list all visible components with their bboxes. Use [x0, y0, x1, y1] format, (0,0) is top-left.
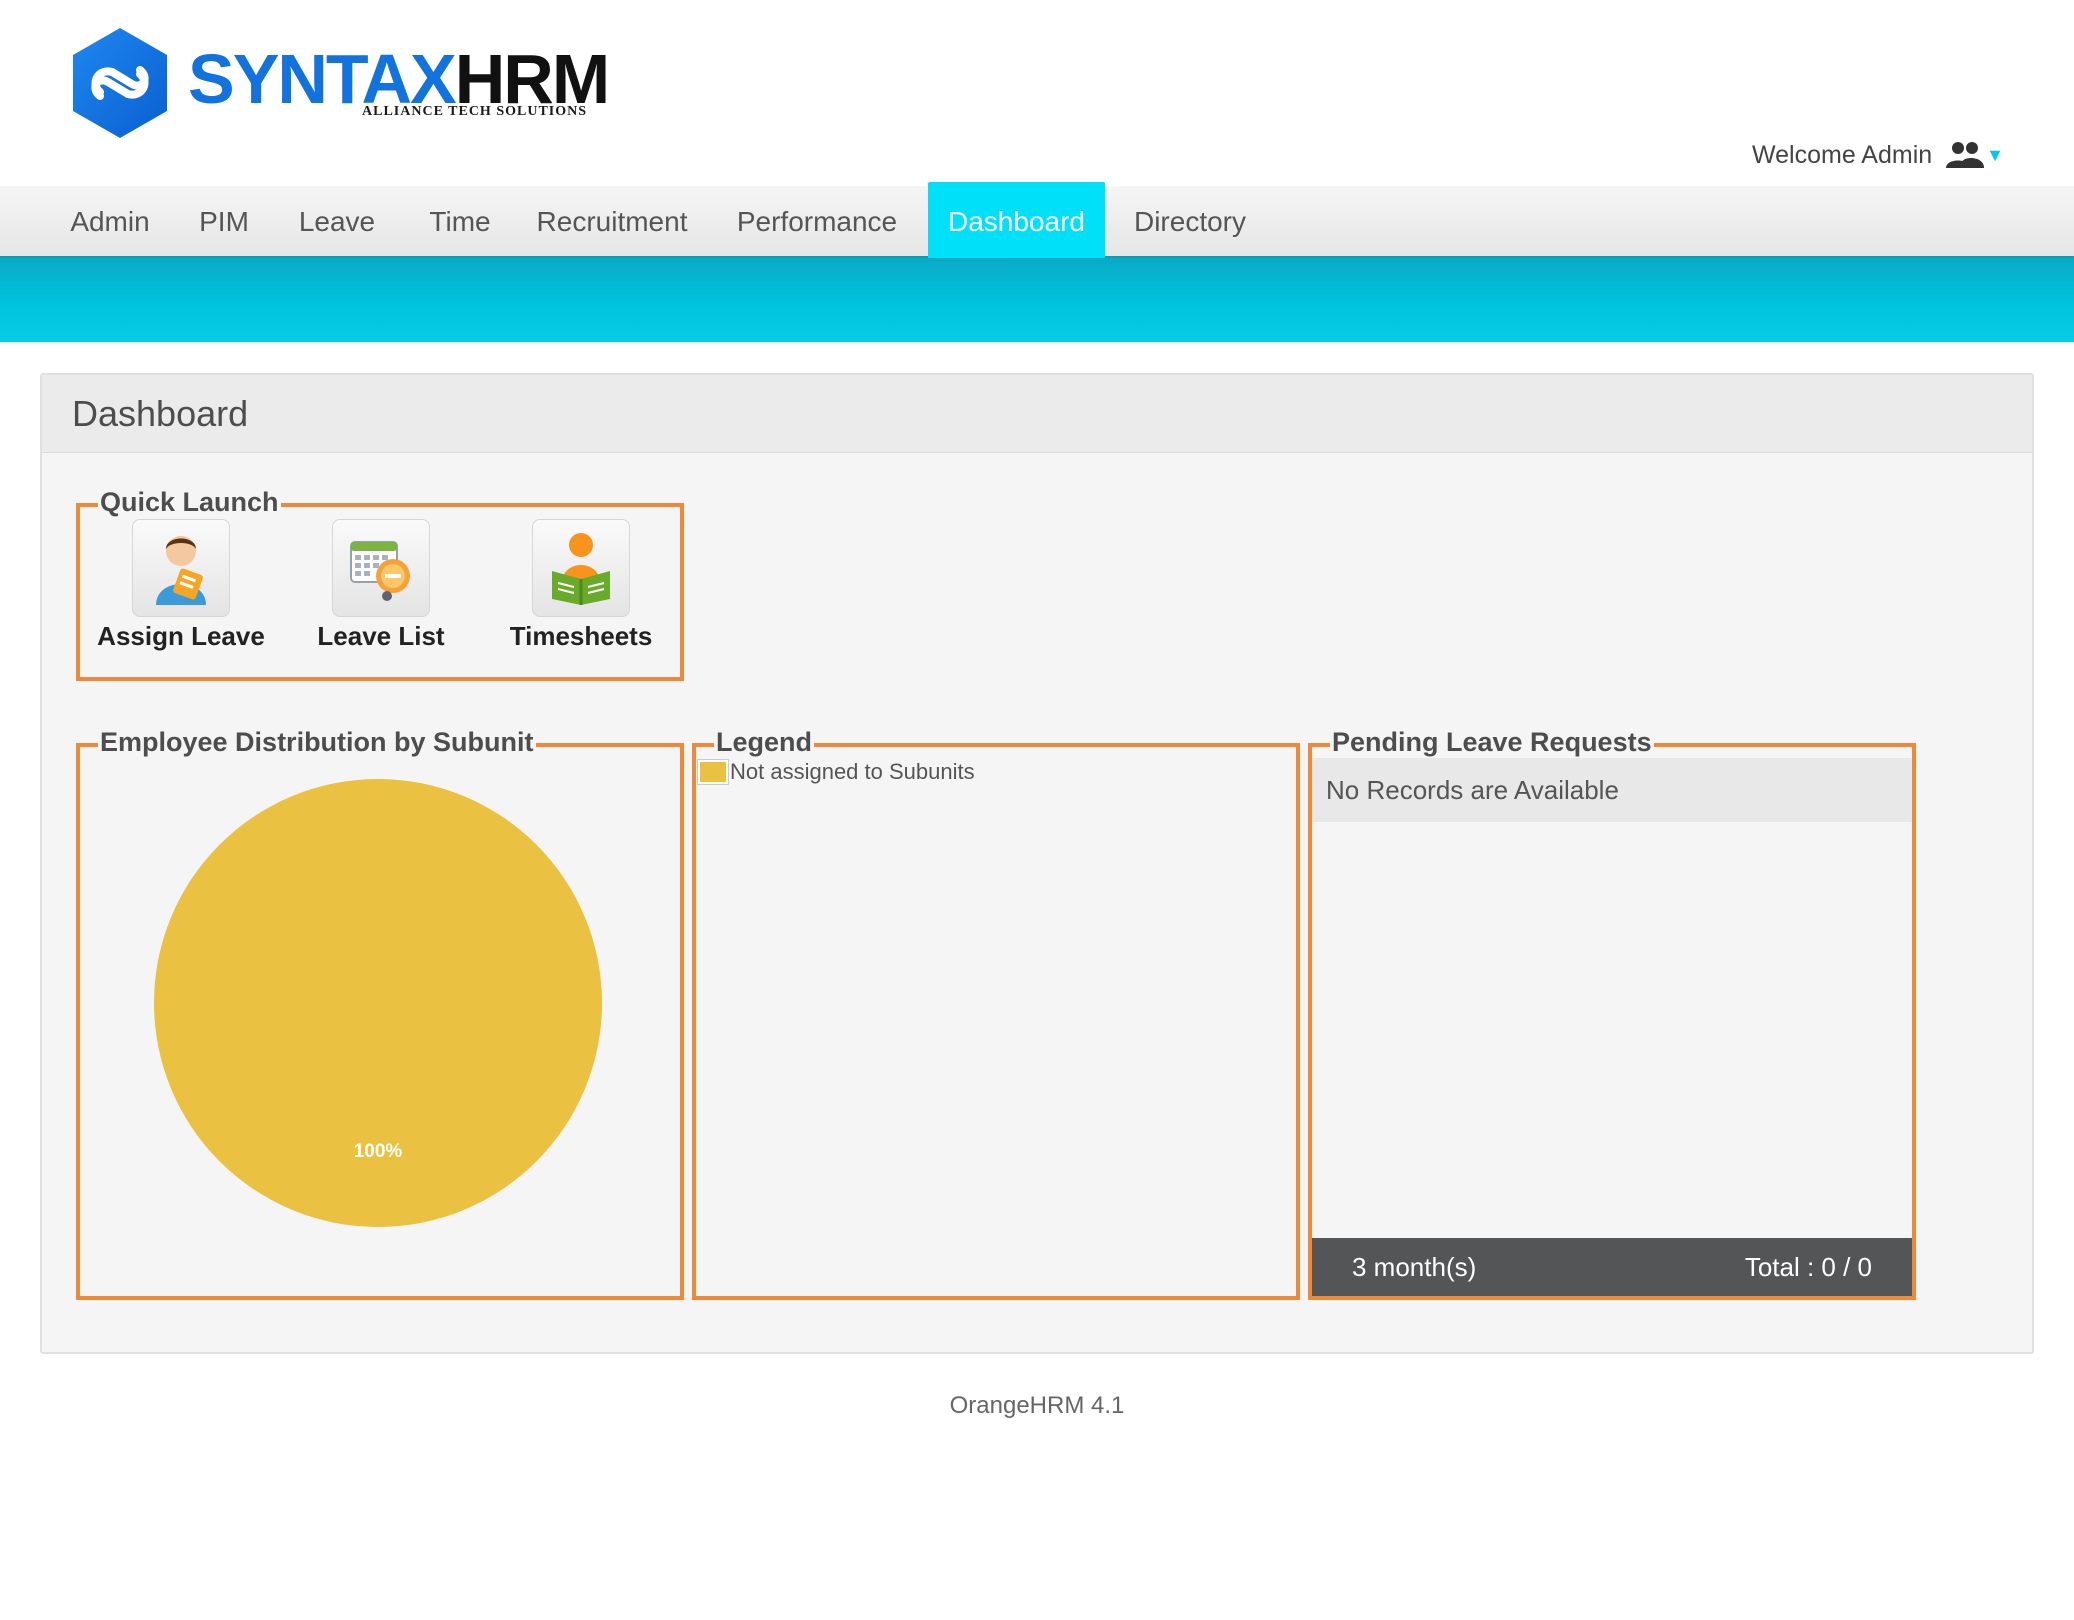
footer-version: OrangeHRM 4.1 — [949, 1392, 1125, 1419]
welcome-menu[interactable]: Welcome Admin ▼ — [1752, 140, 2004, 170]
nav-item-directory[interactable]: Directory — [1122, 186, 1258, 258]
legend-item: Not assigned to Subunits — [697, 759, 975, 785]
logo-tagline: ALLIANCE TECH SOLUTIONS — [362, 104, 588, 119]
nav-item-performance[interactable]: Performance — [714, 186, 920, 258]
quick-launch-leave-list[interactable]: Leave List — [286, 519, 476, 651]
panel-header: Dashboard — [42, 375, 2032, 453]
quick-launch-title: Quick Launch — [98, 487, 281, 518]
pending-leave-total: Total : 0 / 0 — [1744, 1251, 1872, 1282]
header-banner — [0, 258, 2074, 342]
employee-distribution-title: Employee Distribution by Subunit — [98, 727, 536, 758]
legend-title: Legend — [714, 727, 815, 758]
dashboard-panel: Dashboard Quick Launch Assign Leave Leav… — [40, 373, 2034, 1354]
quick-launch-label: Assign Leave — [97, 621, 265, 651]
welcome-text: Welcome Admin — [1752, 140, 1933, 169]
legend-swatch — [697, 759, 729, 785]
page-title: Dashboard — [72, 393, 249, 434]
pending-leave-footer: 3 month(s) Total : 0 / 0 — [1312, 1238, 1912, 1296]
pending-leave-title: Pending Leave Requests — [1330, 727, 1654, 758]
syntax-logo-icon — [73, 28, 167, 138]
legend-box: Legend Not assigned to Subunits — [692, 727, 1300, 1300]
company-logo[interactable]: SYNTAXHRM ALLIANCE TECH SOLUTIONS — [70, 26, 610, 146]
quick-launch-label: Leave List — [317, 621, 445, 651]
pending-leave-period: 3 month(s) — [1352, 1251, 1477, 1282]
pie-slice-label: 100% — [354, 1141, 403, 1162]
subunit-pie-chart: 100% — [154, 779, 602, 1227]
main-nav: Admin PIM Leave Time Recruitment Perform… — [0, 182, 2074, 262]
chevron-down-icon[interactable]: ▼ — [1986, 145, 2004, 166]
employee-distribution-box: Employee Distribution by Subunit 100% — [76, 727, 684, 1300]
pending-leave-empty-row: No Records are Available — [1312, 758, 1912, 822]
nav-item-dashboard[interactable]: Dashboard — [928, 182, 1105, 262]
header: SYNTAXHRM ALLIANCE TECH SOLUTIONS Welcom… — [0, 0, 2074, 186]
quick-launch-timesheets[interactable]: Timesheets — [486, 519, 676, 651]
users-icon — [1946, 142, 1985, 168]
nav-item-pim[interactable]: PIM — [184, 186, 264, 258]
nav-item-admin[interactable]: Admin — [52, 186, 168, 258]
pending-leave-box: Pending Leave Requests No Records are Av… — [1308, 727, 1916, 1300]
nav-item-recruitment[interactable]: Recruitment — [528, 186, 696, 258]
leave-list-icon — [332, 519, 430, 617]
nav-item-leave[interactable]: Leave — [282, 186, 392, 258]
quick-launch-label: Timesheets — [509, 621, 653, 651]
quick-launch-assign-leave[interactable]: Assign Leave — [86, 519, 276, 651]
timesheets-icon — [532, 519, 630, 617]
assign-leave-icon — [132, 519, 230, 617]
legend-item-label: Not assigned to Subunits — [730, 759, 975, 784]
quick-launch-box: Quick Launch Assign Leave Leave List Tim… — [76, 487, 684, 681]
nav-item-time[interactable]: Time — [410, 186, 510, 258]
